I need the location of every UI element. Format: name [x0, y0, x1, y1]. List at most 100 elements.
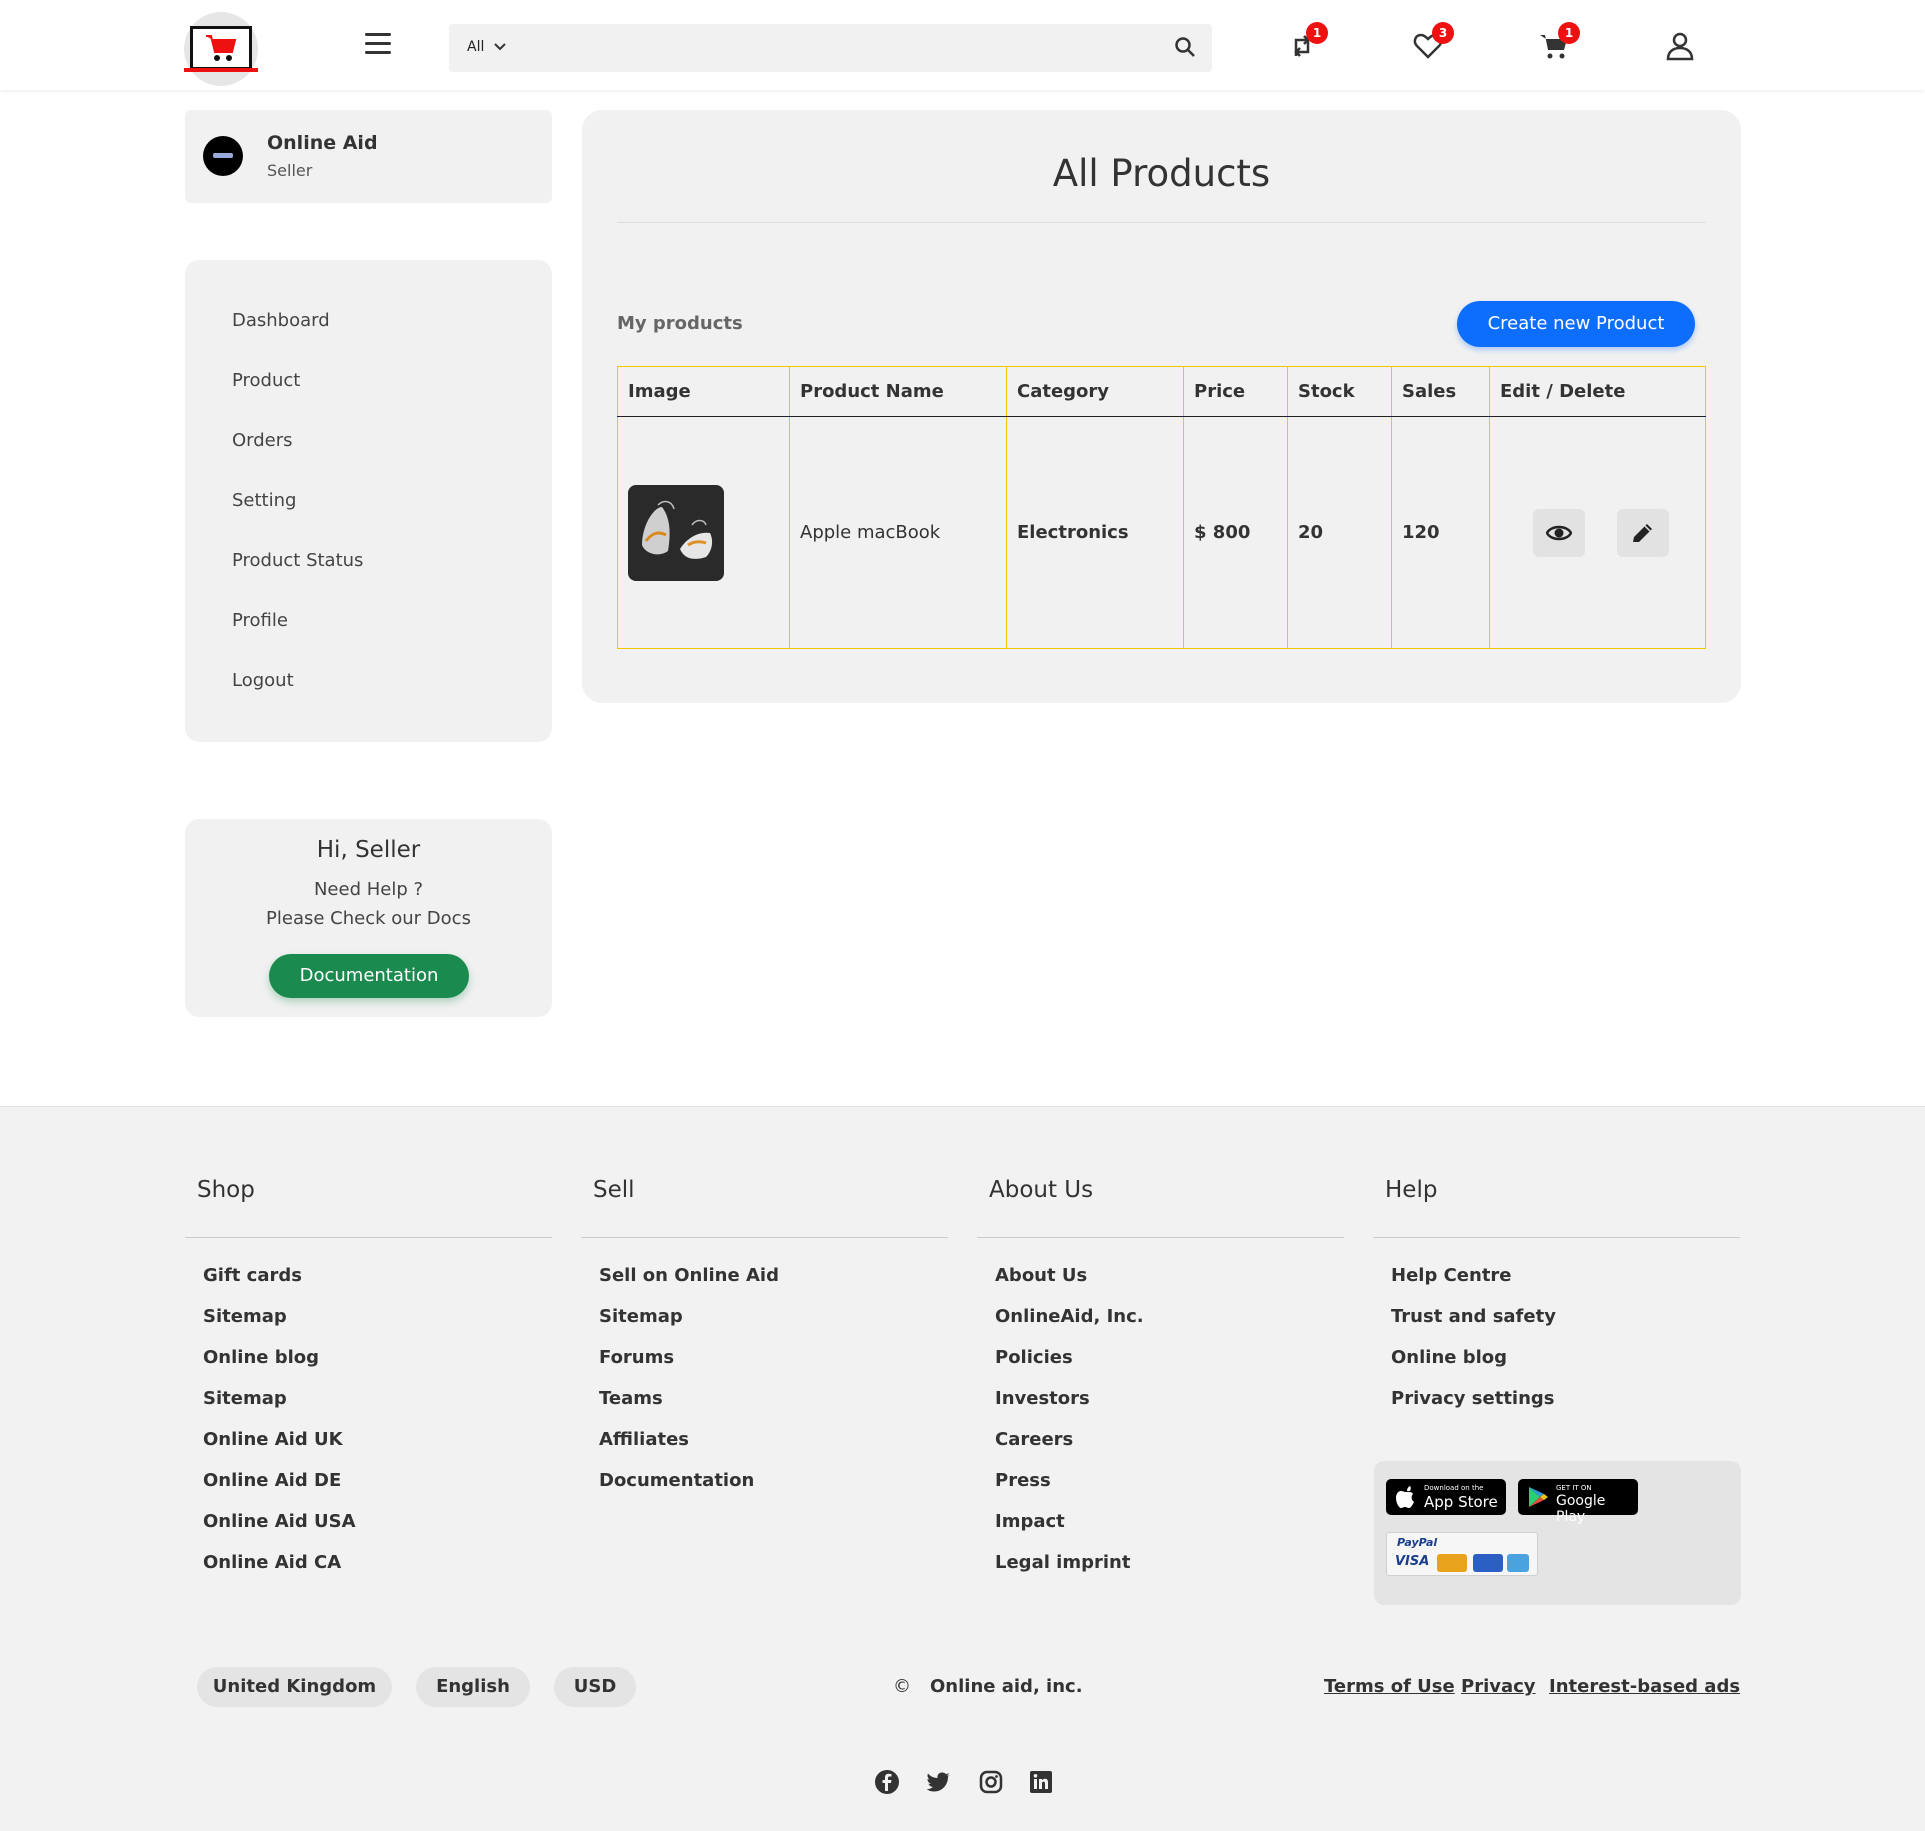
footer-link[interactable]: Legal imprint [995, 1552, 1130, 1573]
interest-ads-link[interactable]: Interest-based ads [1549, 1676, 1740, 1697]
cell-category: Electronics [1006, 416, 1184, 649]
logo[interactable] [184, 12, 258, 86]
cart-button[interactable]: 1 [1538, 22, 1580, 62]
search-input[interactable] [529, 32, 1129, 64]
footer-link[interactable]: Affiliates [599, 1429, 689, 1450]
app-store-button[interactable]: Download on the App Store [1386, 1479, 1506, 1515]
footer-link[interactable]: OnlineAid, Inc. [995, 1306, 1144, 1327]
footer-link[interactable]: Sitemap [203, 1306, 287, 1327]
cell-product-name: Apple macBook [789, 416, 1007, 649]
search-category-select[interactable]: All [467, 39, 507, 55]
pencil-icon [1632, 523, 1652, 542]
footer-divider [1373, 1237, 1740, 1238]
account-button[interactable] [1664, 30, 1696, 62]
google-play-button[interactable]: GET IT ON Google Play [1518, 1479, 1638, 1525]
create-product-button[interactable]: Create new Product [1457, 301, 1695, 347]
language-selector[interactable]: English [416, 1667, 530, 1707]
help-line-2: Please Check our Docs [266, 908, 471, 929]
paypal-logo: PayPal [1397, 1536, 1438, 1549]
documentation-button[interactable]: Documentation [269, 954, 469, 998]
footer-link[interactable]: Investors [995, 1388, 1090, 1409]
amex-icon [1507, 1554, 1529, 1572]
view-button[interactable] [1533, 508, 1585, 557]
sidebar-menu: Dashboard Product Orders Setting Product… [185, 260, 552, 742]
column-header-stock: Stock [1287, 366, 1392, 417]
wishlist-button[interactable]: 3 [1412, 22, 1454, 62]
sidebar-item-setting[interactable]: Setting [232, 490, 296, 511]
footer-link[interactable]: Teams [599, 1388, 663, 1409]
divider [617, 222, 1706, 223]
eye-icon [1546, 525, 1572, 540]
help-card: Hi, Seller Need Help ? Please Check our … [185, 819, 552, 1017]
currency-selector[interactable]: USD [554, 1667, 636, 1707]
footer-link[interactable]: Impact [995, 1511, 1065, 1532]
footer-link[interactable]: Help Centre [1391, 1265, 1512, 1286]
edit-button[interactable] [1616, 508, 1669, 557]
table-header-row: Image Product Name Category Price Stock … [617, 366, 1706, 417]
payment-methods: PayPal VISA [1386, 1532, 1538, 1576]
seller-name: Online Aid [267, 132, 378, 154]
linkedin-icon[interactable] [1028, 1769, 1054, 1795]
footer-link[interactable]: Policies [995, 1347, 1073, 1368]
sneaker-image [642, 500, 713, 559]
seller-card: Online Aid Seller [185, 110, 552, 203]
cart-logo-icon [206, 35, 237, 61]
footer-link[interactable]: Online Aid CA [203, 1552, 341, 1573]
footer-divider [977, 1237, 1344, 1238]
google-play-icon [1529, 1487, 1548, 1507]
column-header-category: Category [1006, 366, 1184, 417]
cell-price: $ 800 [1183, 416, 1288, 649]
menu-toggle-icon[interactable] [365, 33, 391, 55]
footer-link[interactable]: Documentation [599, 1470, 754, 1491]
top-header: All 1 3 1 [0, 0, 1925, 90]
footer-link[interactable]: Privacy settings [1391, 1388, 1555, 1409]
sidebar-item-profile[interactable]: Profile [232, 610, 288, 631]
sidebar-item-dashboard[interactable]: Dashboard [232, 310, 330, 331]
footer-link[interactable]: Sitemap [203, 1388, 287, 1409]
sidebar-item-logout[interactable]: Logout [232, 670, 294, 691]
footer-link[interactable]: Trust and safety [1391, 1306, 1556, 1327]
help-greeting: Hi, Seller [316, 837, 421, 863]
footer-link[interactable]: Forums [599, 1347, 674, 1368]
product-thumbnail[interactable] [628, 484, 724, 581]
copyright-text: Online aid, inc. [930, 1676, 1083, 1697]
table-row: Apple macBook Electronics $ 800 20 120 [617, 416, 1706, 649]
footer-link[interactable]: Online blog [203, 1347, 319, 1368]
chevron-down-icon [494, 43, 507, 51]
country-selector[interactable]: United Kingdom [197, 1667, 392, 1707]
search-icon[interactable] [1174, 36, 1196, 58]
compare-badge: 1 [1306, 22, 1328, 44]
terms-link[interactable]: Terms of Use [1324, 1676, 1455, 1697]
privacy-link[interactable]: Privacy [1461, 1676, 1536, 1697]
footer-link[interactable]: Sell on Online Aid [599, 1265, 779, 1286]
footer-link[interactable]: Online Aid USA [203, 1511, 356, 1532]
facebook-icon[interactable] [874, 1769, 900, 1795]
sidebar-item-product[interactable]: Product [232, 370, 300, 391]
footer-link[interactable]: Press [995, 1470, 1051, 1491]
sidebar-item-orders[interactable]: Orders [232, 430, 293, 451]
footer-link[interactable]: Online Aid UK [203, 1429, 343, 1450]
cell-sales: 120 [1391, 416, 1490, 649]
seller-role: Seller [267, 161, 313, 180]
wishlist-badge: 3 [1432, 22, 1454, 44]
footer-link[interactable]: About Us [995, 1265, 1087, 1286]
footer-divider [185, 1237, 552, 1238]
twitter-icon[interactable] [926, 1769, 952, 1795]
cell-stock: 20 [1287, 416, 1392, 649]
user-icon [1666, 32, 1694, 61]
footer-link[interactable]: Careers [995, 1429, 1073, 1450]
footer-link[interactable]: Gift cards [203, 1265, 302, 1286]
app-store-small-text: Download on the [1424, 1484, 1484, 1492]
products-table: Image Product Name Category Price Stock … [617, 366, 1706, 649]
cell-actions [1489, 416, 1706, 649]
avatar [203, 136, 243, 176]
footer-heading-about: About Us [989, 1177, 1094, 1203]
footer-link[interactable]: Online Aid DE [203, 1470, 341, 1491]
app-store-label: App Store [1424, 1493, 1498, 1511]
footer-link[interactable]: Online blog [1391, 1347, 1507, 1368]
sidebar-item-product-status[interactable]: Product Status [232, 550, 363, 571]
instagram-icon[interactable] [978, 1769, 1004, 1795]
section-subtitle: My products [617, 313, 743, 334]
compare-button[interactable]: 1 [1286, 22, 1328, 62]
footer-link[interactable]: Sitemap [599, 1306, 683, 1327]
